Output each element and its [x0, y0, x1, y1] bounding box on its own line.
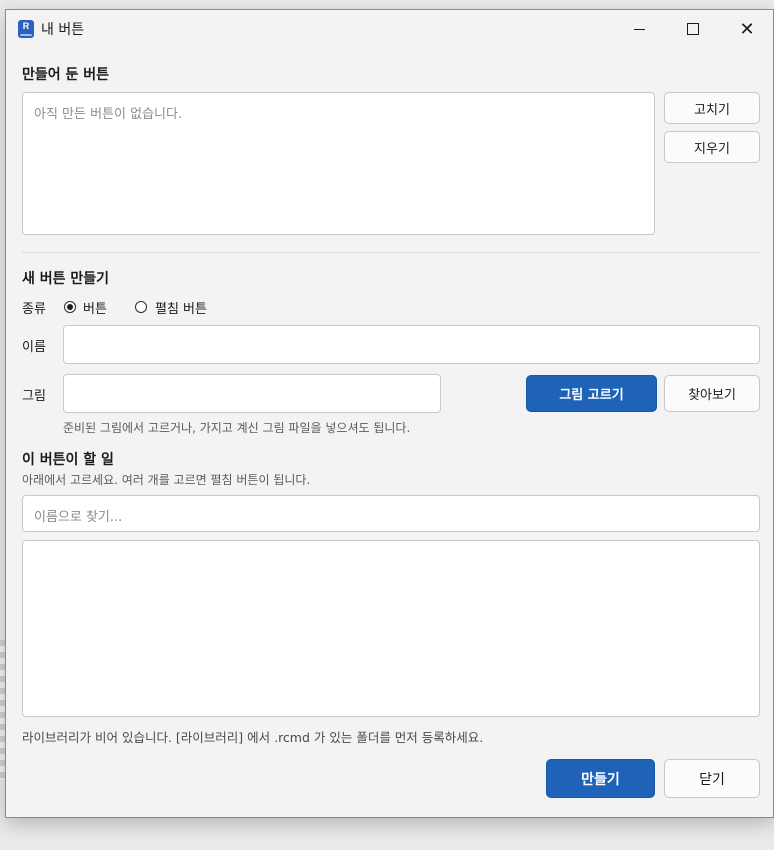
- action-library-list[interactable]: [22, 540, 760, 717]
- action-search-placeholder: 이름으로 찾기...: [34, 510, 123, 525]
- create-button-heading: 새 버튼 만들기: [22, 271, 110, 287]
- saved-buttons-empty-text: 아직 만든 버튼이 없습니다.: [34, 107, 183, 122]
- minimize-icon: [633, 28, 645, 30]
- dialog-window: R 내 버튼 ✕ 만들어 둔 버튼 아직 만든 버튼이 없습니다. 고치기 지우…: [5, 9, 774, 818]
- browse-button[interactable]: 찾아보기: [664, 375, 760, 412]
- delete-button[interactable]: 지우기: [664, 131, 760, 163]
- name-input[interactable]: [63, 325, 760, 364]
- app-icon: R: [18, 20, 34, 38]
- type-radio-button-label[interactable]: 버튼: [83, 298, 107, 317]
- maximize-icon: [687, 23, 699, 35]
- type-radio-button[interactable]: [64, 301, 76, 313]
- image-label: 그림: [22, 389, 46, 404]
- action-search-input[interactable]: 이름으로 찾기...: [22, 495, 760, 532]
- type-radio-dropdown-button-label[interactable]: 펼침 버튼: [155, 298, 207, 317]
- maximize-button[interactable]: [670, 10, 716, 48]
- name-label: 이름: [22, 340, 46, 355]
- title-bar[interactable]: R 내 버튼 ✕: [6, 10, 773, 48]
- create-submit-button[interactable]: 만들기: [546, 759, 655, 798]
- close-dialog-button[interactable]: 닫기: [664, 759, 760, 798]
- action-heading: 이 버튼이 할 일: [22, 452, 114, 468]
- close-icon: ✕: [739, 18, 755, 40]
- pick-image-button[interactable]: 그림 고르기: [526, 375, 657, 412]
- close-button[interactable]: ✕: [724, 10, 770, 48]
- action-hint: 아래에서 고르세요. 여러 개를 고르면 펼침 버튼이 됩니다.: [22, 473, 311, 487]
- window-title: 내 버튼: [41, 22, 85, 38]
- section-divider: [22, 252, 760, 253]
- library-empty-message: 라이브러리가 비어 있습니다. [라이브러리] 에서 .rcmd 가 있는 폴더…: [22, 730, 484, 745]
- saved-buttons-list[interactable]: 아직 만든 버튼이 없습니다.: [22, 92, 655, 235]
- image-hint: 준비된 그림에서 고르거나, 가지고 계신 그림 파일을 넣으셔도 됩니다.: [63, 421, 411, 435]
- image-input[interactable]: [63, 374, 441, 413]
- minimize-button[interactable]: [616, 10, 662, 48]
- type-label: 종류: [22, 302, 46, 317]
- saved-buttons-heading: 만들어 둔 버튼: [22, 67, 110, 83]
- edit-button[interactable]: 고치기: [664, 92, 760, 124]
- type-radio-dropdown-button[interactable]: [135, 301, 147, 313]
